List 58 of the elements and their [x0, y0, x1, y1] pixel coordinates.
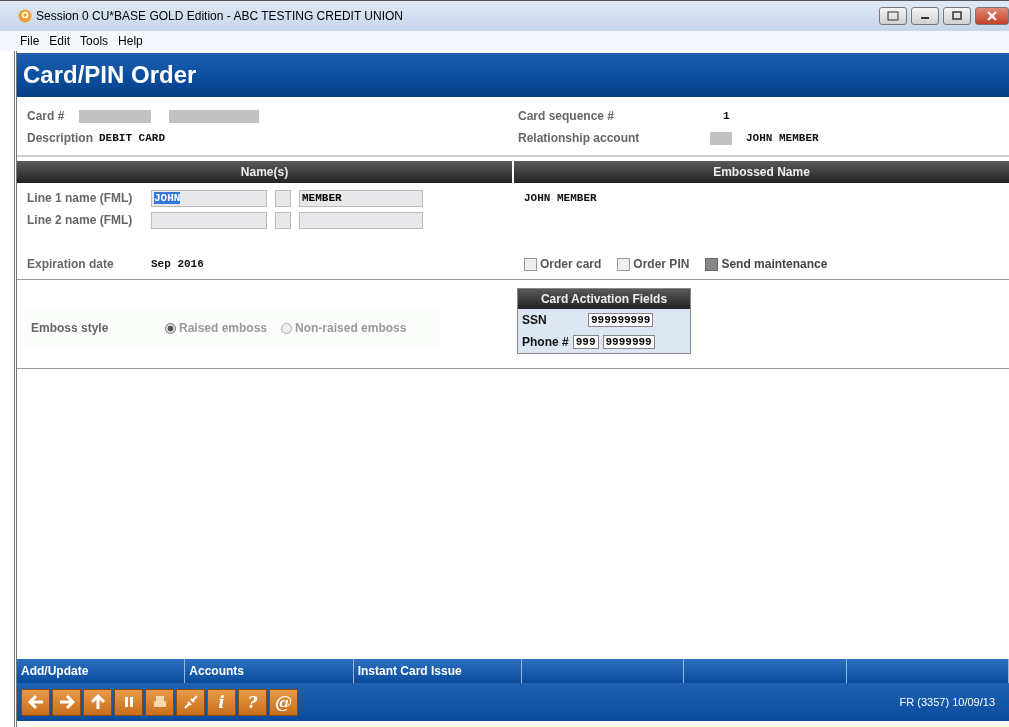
area-code-field[interactable]: 999	[572, 335, 599, 349]
middle-initial-field[interactable]	[275, 211, 291, 229]
field-label: Expiration date	[27, 257, 115, 271]
redacted-block	[710, 131, 732, 145]
close-icon	[986, 11, 998, 21]
right-arrow-icon	[57, 693, 76, 711]
checkbox[interactable]: Order PIN	[617, 257, 690, 271]
field-value: JOHN MEMBER	[746, 132, 819, 144]
field-label: Card #	[27, 109, 66, 123]
close-button[interactable]	[975, 7, 1009, 25]
menu-item[interactable]: Edit	[49, 34, 71, 48]
section-heading: Embossed Name	[514, 161, 1009, 183]
print-button[interactable]	[145, 688, 174, 716]
last-name-field[interactable]: MEMBER	[299, 189, 423, 207]
first-name-field[interactable]: JOHN	[151, 189, 267, 207]
left-arrow-icon	[26, 693, 45, 711]
window-icon	[887, 11, 899, 21]
link-button[interactable]	[176, 688, 205, 716]
ssn-field[interactable]: 999999999	[588, 313, 654, 327]
field-label: SSN	[522, 313, 548, 327]
phone-field[interactable]: 9999999	[602, 335, 655, 349]
redacted-block	[79, 109, 151, 123]
up-arrow-icon	[88, 693, 107, 711]
embossed-name: JOHN MEMBER	[524, 192, 597, 204]
field-label: Card sequence #	[518, 109, 616, 123]
field-label: Line 1 name (FML)	[27, 191, 134, 205]
function-key[interactable]: Instant Card Issue	[353, 659, 522, 683]
menu-item[interactable]: Help	[118, 34, 143, 48]
up-button[interactable]	[83, 688, 112, 716]
menu-item[interactable]: File	[20, 34, 40, 48]
field-label: Description	[27, 131, 93, 145]
panel-title: Card Activation Fields	[518, 289, 690, 309]
minimize-button[interactable]	[911, 7, 939, 25]
checkbox[interactable]: Order card	[524, 257, 602, 271]
field-value: DEBIT CARD	[99, 132, 166, 144]
page-title: Card/PIN Order	[23, 61, 197, 89]
section-heading: Name(s)	[17, 161, 512, 183]
field-value: Sep 2016	[151, 258, 204, 270]
field-label: Line 2 name (FML)	[27, 213, 134, 227]
window-title: Session 0 CU*BASE GOLD Edition - ABC TESTING CREDIT UNION	[36, 9, 403, 23]
maximize-icon	[951, 11, 963, 21]
back-button[interactable]	[21, 688, 50, 716]
last-name-field[interactable]	[299, 211, 423, 229]
maximize-button[interactable]	[943, 7, 971, 25]
field-label: Relationship account	[518, 131, 641, 145]
field-label: Emboss style	[31, 321, 110, 335]
field-label: Phone #	[522, 335, 569, 349]
forward-button[interactable]	[52, 688, 81, 716]
first-name-field[interactable]	[151, 211, 267, 229]
menu-item[interactable]: Tools	[80, 34, 109, 48]
restore-button[interactable]	[879, 7, 907, 25]
function-key[interactable]: Add/Update	[17, 659, 186, 683]
middle-initial-field[interactable]	[275, 189, 291, 207]
field-value: 1	[723, 110, 730, 122]
app-icon	[18, 9, 32, 23]
status-text: FR (3357) 10/09/13	[899, 696, 995, 708]
pause-button[interactable]	[114, 688, 143, 716]
function-key[interactable]: Accounts	[185, 659, 354, 683]
